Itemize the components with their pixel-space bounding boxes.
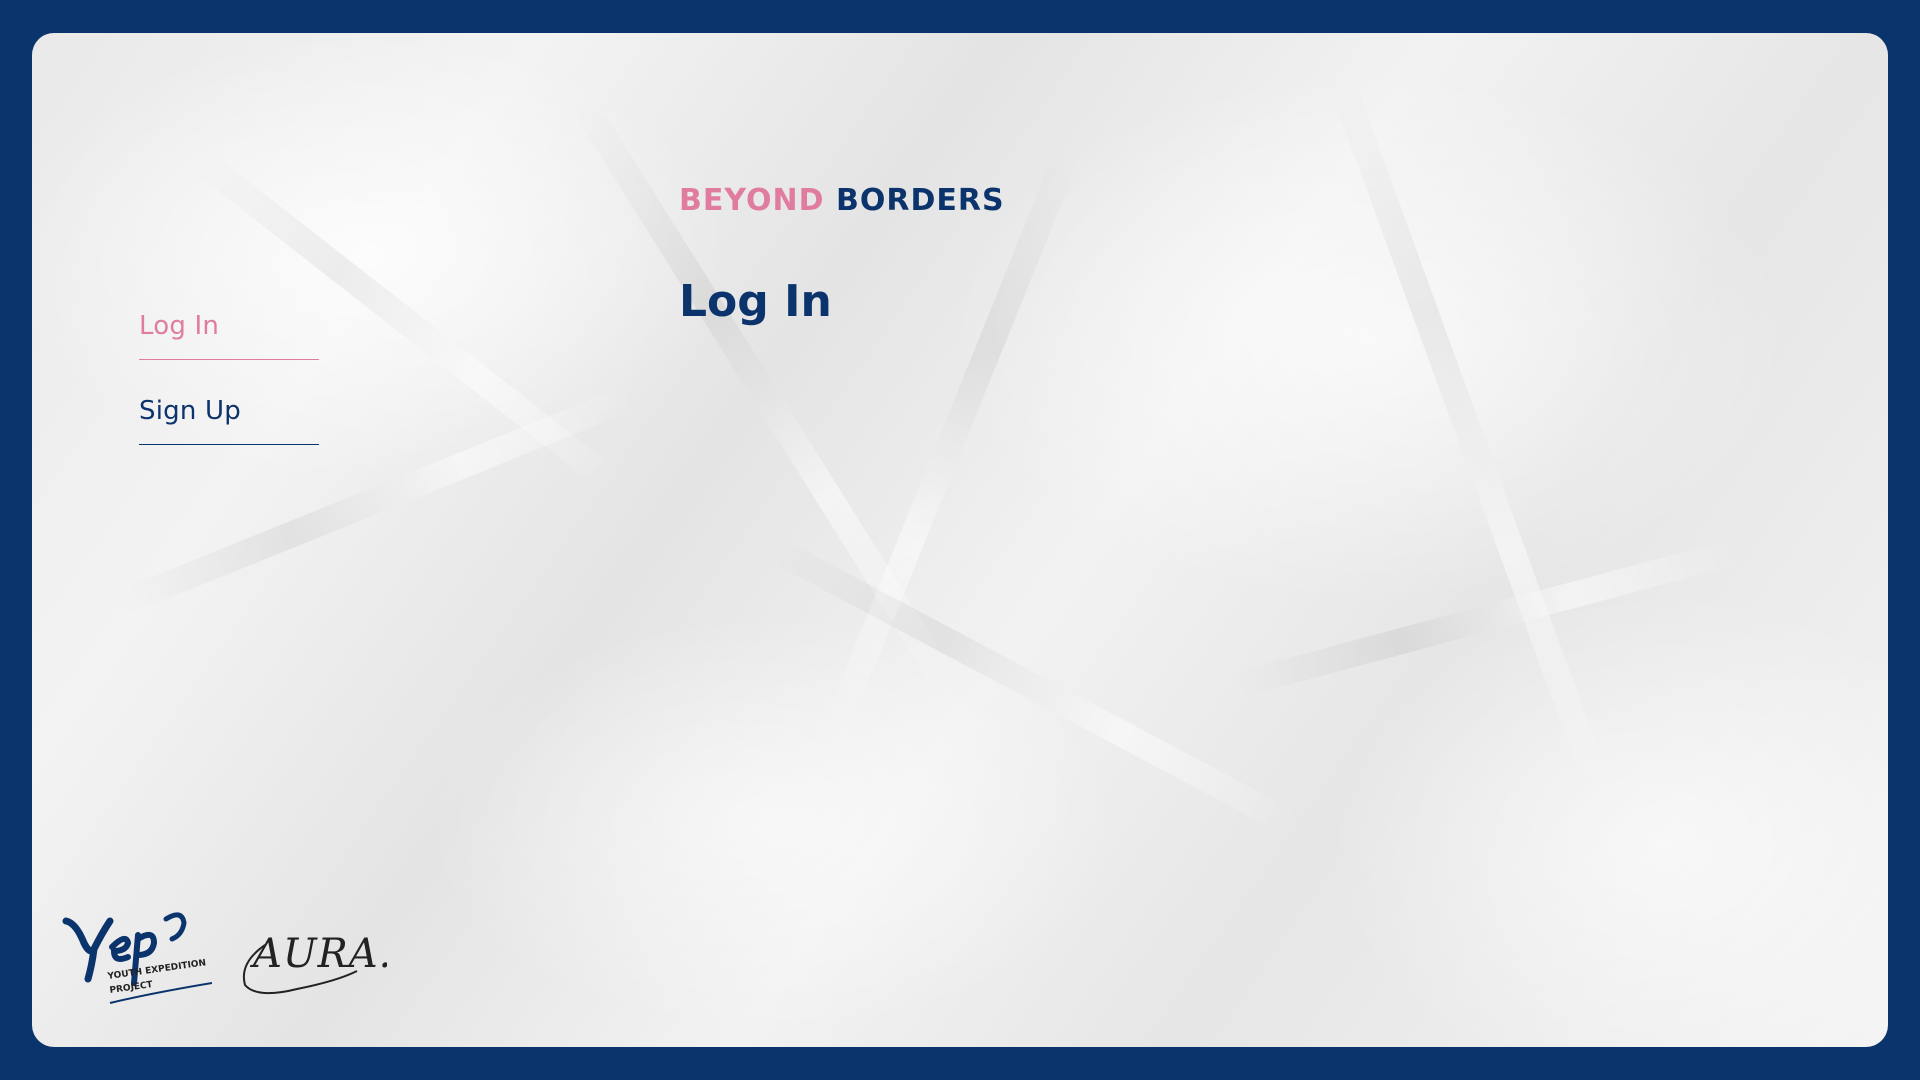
page-title: Log In (679, 276, 832, 327)
yep-logo: YOUTH EXPEDITION PROJECT (62, 912, 212, 1004)
brand-title: BEYOND BORDERS (679, 183, 1005, 218)
brand-word-borders: BORDERS (835, 183, 1005, 218)
nav-login-link[interactable]: Log In (139, 303, 319, 360)
nav-signup-link[interactable]: Sign Up (139, 388, 319, 445)
brand-word-beyond: BEYOND (679, 183, 825, 218)
paper-texture (1327, 73, 1612, 797)
app-window: Log In Sign Up BEYOND BORDERS Log In YOU… (32, 33, 1888, 1047)
side-nav: Log In Sign Up (139, 303, 319, 473)
svg-text:PROJECT: PROJECT (109, 980, 154, 996)
aura-logo: AURA. (243, 931, 387, 995)
paper-texture (1232, 538, 1742, 699)
svg-text:AURA.: AURA. (249, 931, 387, 977)
